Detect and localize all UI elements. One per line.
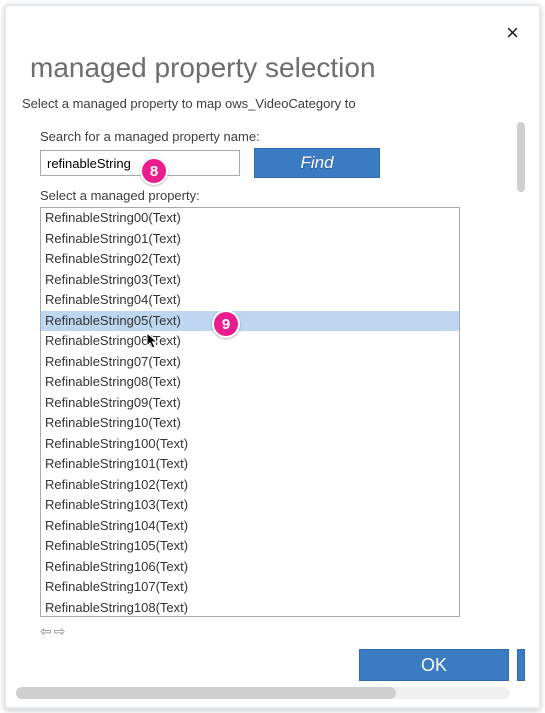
prev-arrow-icon[interactable]: ⇦ — [40, 623, 52, 640]
list-item[interactable]: RefinableString02(Text) — [41, 249, 459, 270]
find-button[interactable]: Find — [254, 148, 380, 178]
list-item[interactable]: RefinableString103(Text) — [41, 495, 459, 516]
listbox-label: Select a managed property: — [40, 188, 515, 203]
list-item[interactable]: RefinableString07(Text) — [41, 352, 459, 373]
list-item[interactable]: RefinableString05(Text) — [41, 311, 459, 332]
list-item[interactable]: RefinableString01(Text) — [41, 229, 459, 250]
dialog: × managed property selection Select a ma… — [4, 4, 541, 709]
property-listbox[interactable]: RefinableString00(Text)RefinableString01… — [40, 207, 460, 617]
list-item[interactable]: RefinableString04(Text) — [41, 290, 459, 311]
vertical-scrollbar-thumb[interactable] — [517, 122, 525, 192]
next-arrow-icon[interactable]: ⇨ — [54, 623, 66, 640]
list-item[interactable]: RefinableString102(Text) — [41, 475, 459, 496]
horizontal-scrollbar-thumb[interactable] — [16, 687, 396, 699]
horizontal-scrollbar[interactable] — [16, 687, 510, 699]
list-item[interactable]: RefinableString107(Text) — [41, 577, 459, 598]
list-item[interactable]: RefinableString08(Text) — [41, 372, 459, 393]
dialog-subtitle: Select a managed property to map ows_Vid… — [22, 96, 515, 111]
list-item[interactable]: RefinableString106(Text) — [41, 557, 459, 578]
list-item[interactable]: RefinableString00(Text) — [41, 208, 459, 229]
footer-row: OK — [359, 649, 525, 681]
list-item[interactable]: RefinableString09(Text) — [41, 393, 459, 414]
nav-arrows: ⇦ ⇨ — [40, 623, 515, 640]
dialog-title: managed property selection — [30, 52, 515, 84]
list-item[interactable]: RefinableString105(Text) — [41, 536, 459, 557]
annotation-badge-8: 8 — [140, 157, 168, 185]
list-item[interactable]: RefinableString104(Text) — [41, 516, 459, 537]
search-row: Find — [40, 148, 515, 178]
close-icon[interactable]: × — [506, 22, 519, 44]
list-item[interactable]: RefinableString10(Text) — [41, 413, 459, 434]
cancel-button-partial[interactable] — [517, 649, 525, 681]
list-item[interactable]: RefinableString100(Text) — [41, 434, 459, 455]
ok-button[interactable]: OK — [359, 649, 509, 681]
search-label: Search for a managed property name: — [40, 129, 515, 144]
annotation-badge-9: 9 — [212, 310, 240, 338]
list-item[interactable]: RefinableString03(Text) — [41, 270, 459, 291]
dialog-inner: × managed property selection Select a ma… — [6, 6, 539, 707]
list-item[interactable]: RefinableString06(Text) — [41, 331, 459, 352]
list-item[interactable]: RefinableString101(Text) — [41, 454, 459, 475]
list-item[interactable]: RefinableString108(Text) — [41, 598, 459, 618]
